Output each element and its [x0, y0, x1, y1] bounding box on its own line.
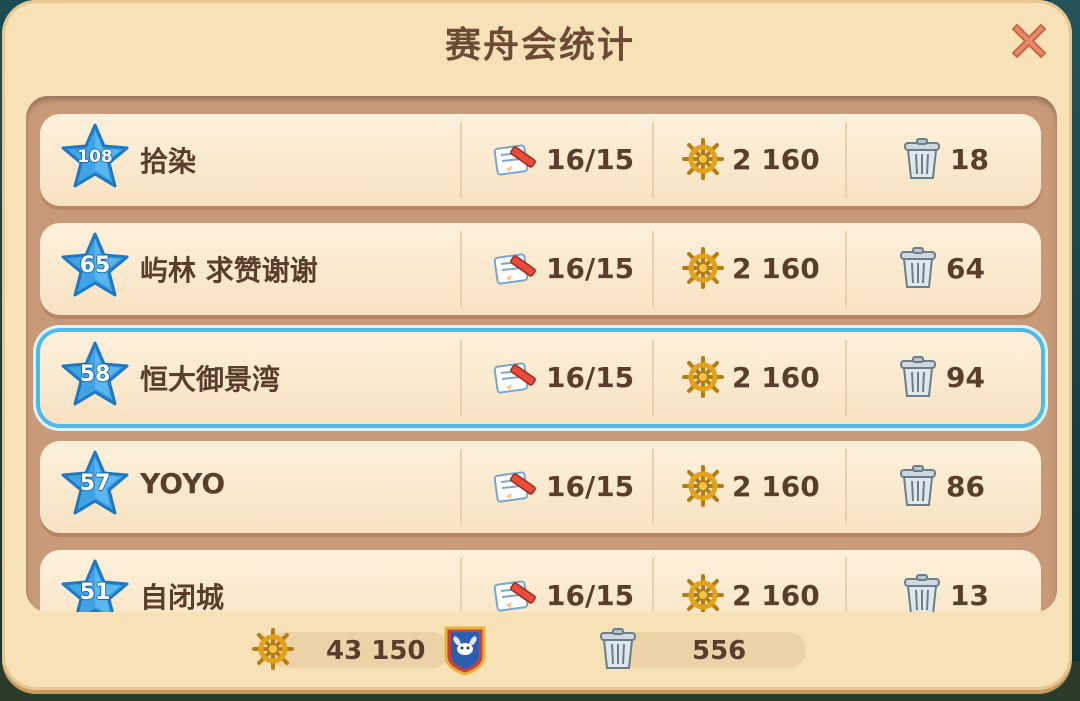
member-level: 51: [79, 580, 111, 605]
column-divider: [652, 122, 654, 198]
member-level: 58: [79, 362, 111, 387]
member-row[interactable]: 65 屿林 求赞谢谢 16/15 2 160 64: [40, 223, 1041, 315]
level-badge: 58: [60, 340, 130, 410]
total-points-value: 43 150: [326, 636, 426, 666]
points-value: 2 160: [732, 469, 820, 503]
close-button[interactable]: [1004, 16, 1054, 66]
member-list[interactable]: 108 拾染 16/15 2 160 18 65 屿林 求赞谢谢 16/15 2…: [26, 96, 1057, 612]
ship-wheel-icon: [682, 465, 724, 507]
trash-can-icon: [904, 574, 940, 612]
tasks-stat: 16/15: [492, 354, 634, 400]
tasks-value: 16/15: [546, 578, 635, 612]
column-divider: [460, 231, 462, 307]
trash-stat: 64: [898, 245, 985, 291]
column-divider: [652, 558, 654, 612]
member-row[interactable]: 57 YOYO 16/15 2 160 86: [40, 441, 1041, 533]
task-pencil-icon: [493, 253, 536, 285]
column-divider: [460, 558, 462, 612]
club-badge-icon[interactable]: [442, 624, 488, 680]
tasks-stat: 16/15: [492, 572, 634, 612]
points-stat: 2 160: [682, 354, 820, 400]
trash-stat: 18: [902, 136, 989, 182]
member-name: YOYO: [140, 467, 226, 500]
trash-can-icon: [598, 627, 638, 675]
trash-value: 18: [950, 142, 989, 176]
level-badge: 51: [60, 558, 130, 612]
member-name: 拾染: [140, 145, 197, 178]
trash-can-icon: [900, 247, 936, 288]
ship-wheel-icon: [682, 247, 724, 289]
column-divider: [460, 340, 462, 416]
member-name: 恒大御景湾: [140, 363, 281, 396]
column-divider: [845, 558, 847, 612]
trash-stat: 13: [902, 572, 989, 612]
task-pencil-icon: [493, 471, 536, 503]
trash-can-icon: [904, 138, 940, 179]
total-trash-value: 556: [692, 636, 747, 666]
close-icon: [1012, 24, 1046, 58]
column-divider: [652, 231, 654, 307]
column-divider: [845, 449, 847, 525]
column-divider: [652, 449, 654, 525]
level-badge: 57: [60, 449, 130, 519]
points-value: 2 160: [732, 142, 820, 176]
column-divider: [460, 449, 462, 525]
tasks-stat: 16/15: [492, 136, 634, 182]
points-stat: 2 160: [682, 245, 820, 291]
points-value: 2 160: [732, 578, 820, 612]
column-divider: [845, 340, 847, 416]
trash-value: 94: [946, 360, 985, 394]
ship-wheel-icon: [682, 138, 724, 180]
points-stat: 2 160: [682, 136, 820, 182]
member-level: 65: [79, 253, 111, 278]
task-pencil-icon: [493, 580, 536, 612]
member-level: 57: [79, 471, 111, 496]
tasks-value: 16/15: [546, 251, 635, 285]
tasks-value: 16/15: [546, 142, 635, 176]
trash-value: 13: [950, 578, 989, 612]
member-row[interactable]: 51 自闭城 16/15 2 160 13: [40, 550, 1041, 612]
dialog-title: 赛舟会统计: [444, 25, 635, 66]
task-pencil-icon: [493, 362, 536, 394]
tasks-stat: 16/15: [492, 463, 634, 509]
trash-can-icon: [900, 465, 936, 506]
ship-wheel-icon: [682, 356, 724, 398]
ship-wheel-icon: [682, 574, 724, 612]
member-name: 自闭城: [140, 581, 225, 612]
trash-stat: 86: [898, 463, 985, 509]
member-level: 108: [77, 147, 113, 167]
column-divider: [652, 340, 654, 416]
trash-value: 64: [946, 251, 985, 285]
level-badge: 65: [60, 231, 130, 301]
member-row[interactable]: 108 拾染 16/15 2 160 18: [40, 114, 1041, 206]
trash-value: 86: [946, 469, 985, 503]
points-stat: 2 160: [682, 463, 820, 509]
member-row-current-user[interactable]: 58 恒大御景湾 16/15 2 160 94: [40, 332, 1041, 424]
column-divider: [845, 122, 847, 198]
level-badge: 108: [60, 122, 130, 192]
points-value: 2 160: [732, 251, 820, 285]
tasks-value: 16/15: [546, 469, 635, 503]
ship-wheel-icon: [252, 628, 294, 674]
column-divider: [460, 122, 462, 198]
points-value: 2 160: [732, 360, 820, 394]
member-name: 屿林 求赞谢谢: [140, 254, 318, 287]
trash-can-icon: [900, 356, 936, 397]
tasks-value: 16/15: [546, 360, 635, 394]
task-pencil-icon: [493, 144, 536, 176]
column-divider: [845, 231, 847, 307]
tasks-stat: 16/15: [492, 245, 634, 291]
points-stat: 2 160: [682, 572, 820, 612]
trash-stat: 94: [898, 354, 985, 400]
